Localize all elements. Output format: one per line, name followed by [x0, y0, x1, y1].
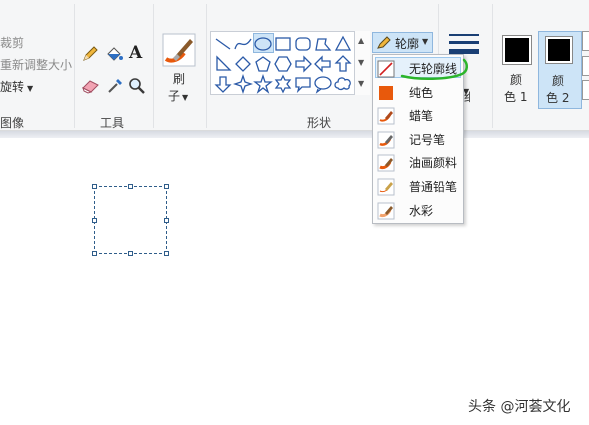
left-arrow-shape-icon[interactable]	[313, 54, 333, 74]
polygon-shape-icon[interactable]	[313, 34, 333, 54]
color2-button[interactable]: 颜 色 2	[538, 31, 582, 109]
brush-icon	[162, 33, 196, 67]
rounded-rectangle-shape-icon[interactable]	[293, 34, 313, 54]
pencil-tool-icon[interactable]	[81, 45, 99, 63]
palette-swatch[interactable]	[582, 56, 589, 76]
rect-callout-shape-icon[interactable]	[293, 74, 313, 94]
resize-handle[interactable]	[164, 251, 169, 256]
palette-swatch[interactable]	[582, 80, 589, 100]
size-line-1	[449, 34, 479, 36]
color1-button[interactable]: 颜 色 1	[498, 31, 536, 109]
shapes-scroll[interactable]: ▲ ▼ ▼	[354, 31, 370, 95]
menu-item-label: 普通铅笔	[409, 180, 458, 194]
rotate-button[interactable]: 旋转 ▼	[0, 78, 33, 95]
separator	[153, 4, 154, 128]
canvas-selection[interactable]	[92, 184, 169, 256]
up-arrow-shape-icon[interactable]	[333, 54, 353, 74]
five-point-star-shape-icon[interactable]	[253, 74, 273, 94]
menu-item-label: 水彩	[409, 204, 434, 218]
resize-handle[interactable]	[164, 218, 169, 223]
size-label: 细	[464, 88, 470, 105]
menu-item-label: 蜡笔	[409, 109, 434, 123]
menu-item-label: 记号笔	[409, 133, 446, 147]
oil-paint-icon	[377, 154, 395, 172]
ribbon: 裁剪 重新调整大小 旋转 ▼ 图像 A 工具 刷 子 ▼ ▲ ▼ ▼ 形状 轮廓…	[0, 0, 589, 131]
crop-button[interactable]: 裁剪	[0, 34, 24, 51]
gallery-expand-icon[interactable]: ▼	[358, 79, 364, 88]
green-annotation-mark	[400, 58, 468, 80]
menu-item-watercolor[interactable]: 水彩	[373, 199, 465, 222]
line-shape-icon[interactable]	[213, 34, 233, 54]
separator	[206, 4, 207, 128]
pentagon-shape-icon[interactable]	[253, 54, 273, 74]
diamond-shape-icon[interactable]	[233, 54, 253, 74]
right-triangle-shape-icon[interactable]	[213, 54, 233, 74]
resize-handle[interactable]	[92, 184, 97, 189]
no-outline-icon	[377, 60, 395, 78]
shapes-group-label: 形状	[307, 116, 332, 130]
color1-label-2: 色 1	[504, 90, 528, 104]
color1-label-1: 颜	[510, 73, 523, 87]
six-point-star-shape-icon[interactable]	[273, 74, 293, 94]
scroll-down-icon[interactable]: ▼	[358, 58, 364, 67]
resize-handle[interactable]	[128, 184, 133, 189]
size-line-2	[449, 41, 479, 44]
menu-item-label: 纯色	[409, 86, 434, 100]
outline-dropdown-icon: ▼	[422, 37, 429, 46]
triangle-shape-icon[interactable]	[333, 34, 353, 54]
four-point-star-shape-icon[interactable]	[233, 74, 253, 94]
right-arrow-shape-icon[interactable]	[293, 54, 313, 74]
eraser-icon[interactable]	[81, 78, 101, 94]
menu-item-marker[interactable]: 记号笔	[373, 128, 465, 151]
menu-item-label: 油画颜料	[409, 156, 458, 170]
cloud-callout-shape-icon[interactable]	[333, 74, 353, 94]
color1-swatch	[502, 35, 532, 65]
brushes-label-2: 子 ▼	[168, 89, 189, 103]
ribbon-shadow	[0, 131, 589, 138]
oval-callout-shape-icon[interactable]	[313, 74, 333, 94]
solid-color-icon	[379, 86, 393, 100]
color2-swatch	[545, 36, 573, 64]
color2-label-1: 颜	[552, 74, 565, 88]
outline-button[interactable]: 轮廓 ▼	[372, 32, 433, 53]
scroll-up-icon[interactable]: ▲	[358, 36, 364, 45]
resize-handle[interactable]	[92, 251, 97, 256]
fill-bucket-icon[interactable]	[104, 45, 124, 63]
outline-pencil-icon	[377, 36, 391, 49]
menu-item-pencil[interactable]: 普通铅笔	[373, 175, 465, 198]
shapes-gallery	[210, 31, 370, 95]
menu-item-crayon[interactable]: 蜡笔	[373, 104, 465, 127]
curve-shape-icon[interactable]	[233, 34, 253, 54]
separator	[74, 4, 75, 128]
watermark: 头条 @河荟文化	[468, 399, 571, 415]
text-tool-icon[interactable]: A	[129, 43, 142, 63]
palette-swatch[interactable]	[582, 31, 589, 51]
tools-group-label: 工具	[100, 116, 125, 130]
outline-label: 轮廓	[395, 37, 420, 51]
pencil-icon	[377, 178, 395, 196]
brushes-label-1: 刷	[173, 72, 186, 86]
down-arrow-shape-icon[interactable]	[213, 74, 233, 94]
oval-shape-icon	[254, 37, 272, 51]
brushes-button[interactable]: 刷 子 ▼	[159, 31, 201, 105]
resize-button[interactable]: 重新调整大小	[0, 56, 72, 73]
hexagon-shape-icon[interactable]	[273, 54, 293, 74]
rectangle-shape-icon[interactable]	[273, 34, 293, 54]
watercolor-icon	[377, 202, 395, 220]
resize-handle[interactable]	[164, 184, 169, 189]
separator	[492, 4, 493, 128]
marker-icon	[377, 131, 395, 149]
color2-label-2: 色 2	[546, 91, 570, 105]
menu-item-oil-paint[interactable]: 油画颜料	[373, 151, 465, 174]
magnifier-icon[interactable]	[128, 77, 146, 95]
resize-handle[interactable]	[128, 251, 133, 256]
color-picker-icon[interactable]	[106, 77, 124, 95]
rotate-dropdown-icon: ▼	[27, 84, 34, 93]
crayon-icon	[377, 107, 395, 125]
image-group-label: 图像	[0, 116, 25, 130]
rotate-label: 旋转	[0, 80, 25, 94]
resize-handle[interactable]	[92, 218, 97, 223]
